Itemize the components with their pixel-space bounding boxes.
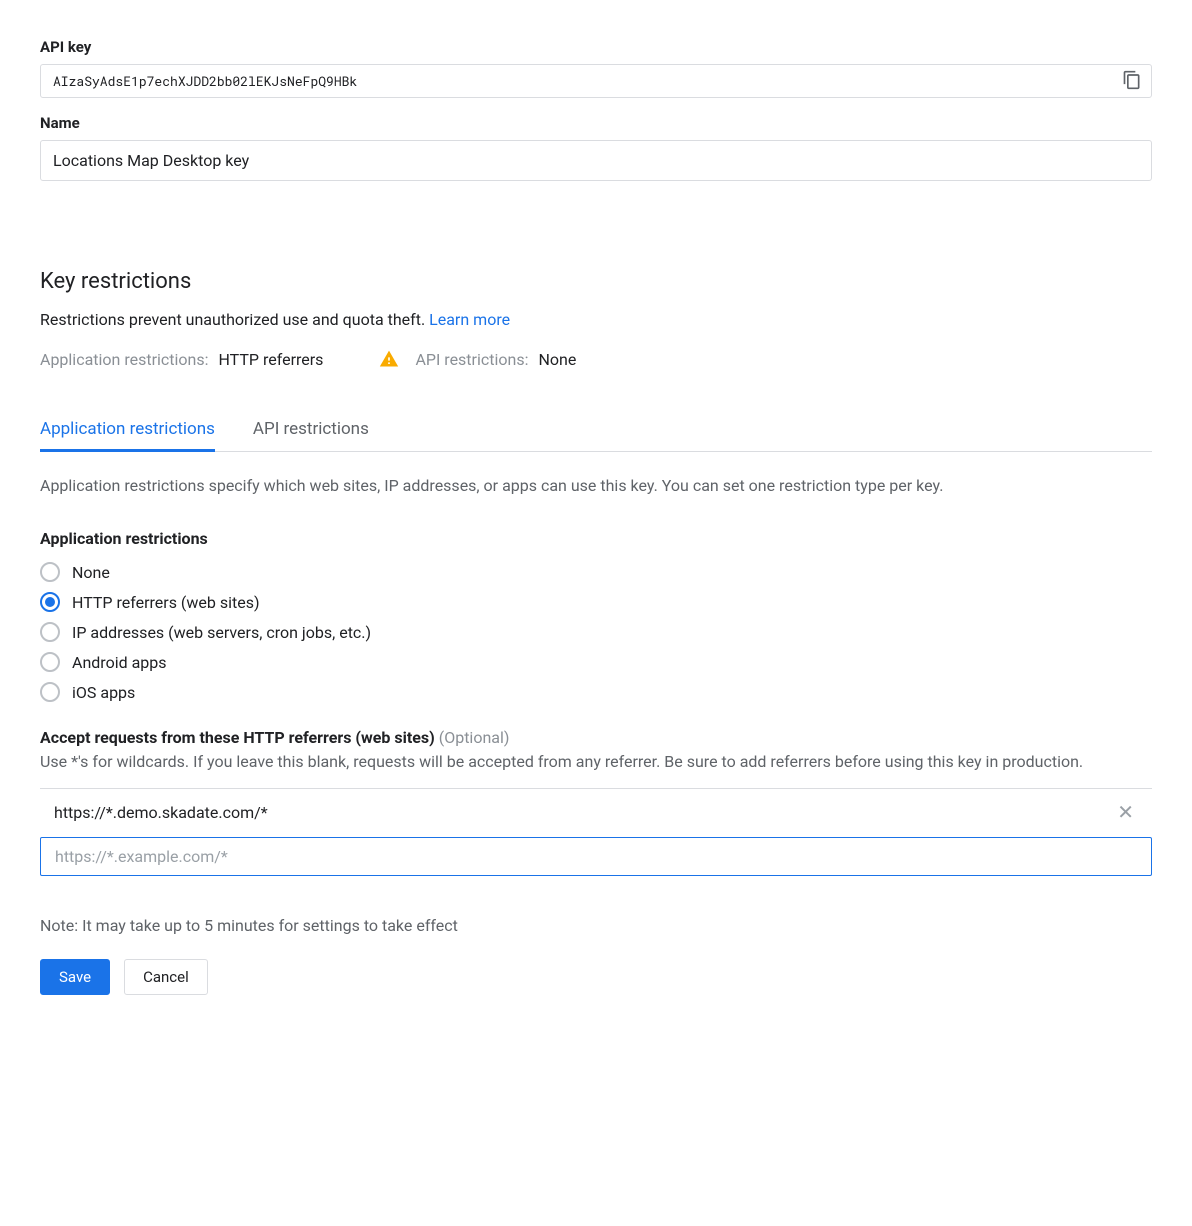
save-button[interactable]: Save [40,959,110,995]
radio-label-android: Android apps [72,653,167,672]
referrers-help-text: Use *'s for wildcards. If you leave this… [40,751,1152,773]
warning-icon [379,349,399,369]
radio-label-ip: IP addresses (web servers, cron jobs, et… [72,623,371,642]
radio-icon [40,622,60,642]
radio-option-ip-addresses[interactable]: IP addresses (web servers, cron jobs, et… [40,622,1152,642]
app-restrictions-value: HTTP referrers [218,350,323,369]
radio-label-ios: iOS apps [72,683,135,702]
restrictions-tabs: Application restrictions API restriction… [40,409,1152,452]
api-restrictions-label: API restrictions: [415,350,528,369]
api-restrictions-value: None [538,350,576,369]
app-restrictions-group-title: Application restrictions [40,529,1152,548]
radio-label-none: None [72,563,110,582]
name-label: Name [40,114,1152,132]
name-row [40,140,1152,181]
referrer-list: https://*.demo.skadate.com/* ✕ [40,788,1152,876]
referrers-heading: Accept requests from these HTTP referrer… [40,728,1152,747]
name-input[interactable] [40,140,1152,181]
radio-option-ios-apps[interactable]: iOS apps [40,682,1152,702]
settings-note: Note: It may take up to 5 minutes for se… [40,916,1152,935]
api-key-label: API key [40,38,1152,56]
close-icon: ✕ [1117,802,1134,824]
radio-option-android-apps[interactable]: Android apps [40,652,1152,672]
radio-icon [40,652,60,672]
radio-icon [40,592,60,612]
radio-label-http: HTTP referrers (web sites) [72,593,260,612]
key-restrictions-heading: Key restrictions [40,269,1152,294]
api-key-input[interactable] [40,64,1152,98]
app-restrictions-tab-desc: Application restrictions specify which w… [40,474,1152,497]
radio-option-http-referrers[interactable]: HTTP referrers (web sites) [40,592,1152,612]
referrers-block: Accept requests from these HTTP referrer… [40,728,1152,875]
referrer-entry: https://*.demo.skadate.com/* ✕ [40,789,1152,837]
copy-api-key-button[interactable] [1118,67,1146,95]
key-restrictions-desc-text: Restrictions prevent unauthorized use an… [40,310,429,329]
referrers-heading-text: Accept requests from these HTTP referrer… [40,728,435,747]
cancel-button[interactable]: Cancel [124,959,208,995]
add-referrer-input[interactable] [40,837,1152,876]
referrers-optional-text: (Optional) [439,728,510,747]
tab-application-restrictions[interactable]: Application restrictions [40,409,215,451]
radio-option-none[interactable]: None [40,562,1152,582]
radio-icon [40,562,60,582]
radio-icon [40,682,60,702]
referrer-entry-text: https://*.demo.skadate.com/* [54,803,268,822]
app-restrictions-label: Application restrictions: [40,350,208,369]
api-key-row [40,64,1152,98]
key-restrictions-desc: Restrictions prevent unauthorized use an… [40,310,1152,329]
tab-api-restrictions[interactable]: API restrictions [253,409,369,451]
learn-more-link[interactable]: Learn more [429,310,510,329]
remove-referrer-button[interactable]: ✕ [1113,799,1138,827]
copy-icon [1122,70,1142,93]
restrictions-summary: Application restrictions: HTTP referrers… [40,349,1152,369]
action-buttons: Save Cancel [40,959,1152,995]
